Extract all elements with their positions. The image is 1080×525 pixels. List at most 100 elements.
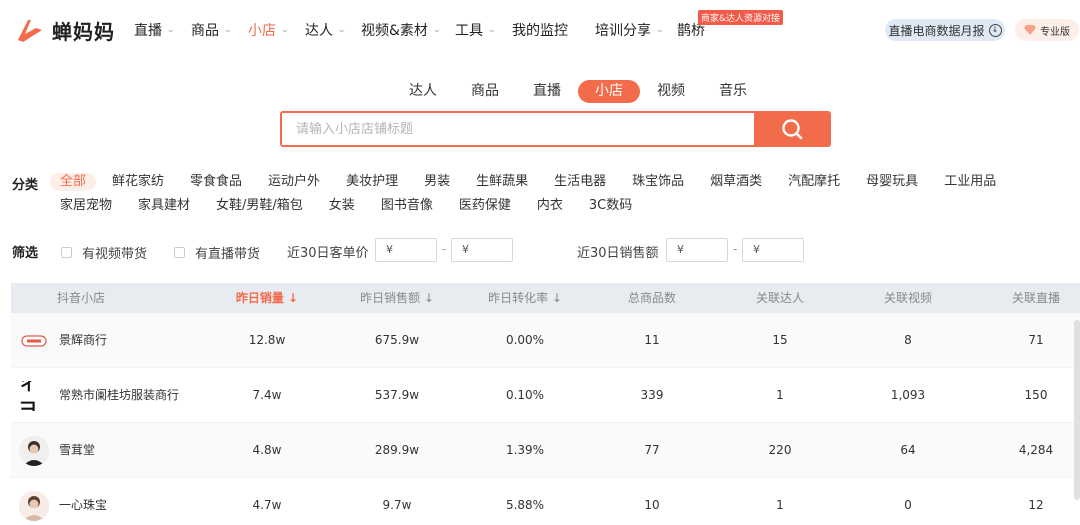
chevron-down-icon: ⌄ (654, 25, 665, 35)
category-item[interactable]: 医药保健 (459, 197, 511, 215)
category-item[interactable]: 全部 (50, 173, 97, 191)
nav-badge: 商家&达人资源对接 (698, 10, 784, 25)
table-row[interactable]: 一心珠宝 4.7w 9.7w 5.88% 10 1 0 12 (11, 478, 1080, 525)
search-box (280, 111, 831, 147)
category-item[interactable]: 工业用品 (944, 173, 996, 191)
table-header-cell[interactable]: 昨日销售额 ↓ (347, 283, 447, 313)
category-item[interactable]: 生鲜蔬果 (476, 173, 528, 191)
category-item[interactable]: 家具建材 (138, 197, 190, 215)
table-header-cell[interactable]: 昨日销量 ↓ (222, 283, 312, 313)
video-sales-checkbox[interactable]: 有视频带货 (61, 243, 147, 262)
category-item[interactable]: 女鞋/男鞋/箱包 (216, 197, 303, 215)
shop-avatar (19, 491, 49, 521)
category-row-1: 全部 鲜花家纺 零食食品 运动户外 美妆护理 男装 生鲜蔬果 生活电器 珠宝饰品 烟草酒类 汽配摩托… (50, 173, 1022, 191)
brand-name: 蝉妈妈 (52, 19, 115, 44)
shop-name[interactable]: 常熟市阑桂坊服装商行 (59, 368, 179, 423)
search-tab[interactable]: 小店 (578, 80, 640, 103)
search-button[interactable] (754, 113, 829, 145)
pro-version-button[interactable]: 专业版 (1015, 19, 1079, 41)
category-item[interactable]: 男装 (424, 173, 450, 191)
nav-item-label: 我的监控 (512, 23, 568, 39)
nav-item-label: 直播 (134, 23, 162, 39)
table-header-cell[interactable]: 总商品数 (612, 283, 692, 313)
table-row[interactable]: ㄔ彐 常熟市阑桂坊服装商行 7.4w 537.9w 0.10% 339 1 1,093 150 (11, 368, 1080, 423)
table-header-cell[interactable]: 关联直播 (996, 283, 1076, 313)
category-item[interactable]: 珠宝饰品 (632, 173, 684, 191)
brand-logo[interactable]: 蝉妈妈 (14, 14, 115, 46)
cell-creators: 15 (772, 333, 788, 347)
checkbox-icon (174, 247, 185, 258)
table-row[interactable]: 景辉商行 12.8w 675.9w 0.00% 11 15 8 71 (11, 313, 1080, 368)
sales-max-input[interactable]: ¥ (742, 238, 804, 262)
category-item[interactable]: 内衣 (537, 197, 563, 215)
price-max-input[interactable]: ¥ (451, 238, 513, 262)
category-item[interactable]: 母婴玩具 (866, 173, 918, 191)
search-tab[interactable]: 达人 (392, 80, 454, 103)
cell-lives: 12 (1028, 498, 1044, 512)
table-header-cell[interactable]: 关联视频 (868, 283, 948, 313)
price-min-input[interactable]: ¥ (375, 238, 437, 262)
category-item[interactable]: 女装 (329, 197, 355, 215)
scrollbar[interactable] (1074, 320, 1080, 500)
search-type-tabs: 达人 商品 直播 小店 视频 音乐 (392, 80, 764, 103)
nav-item[interactable]: 达人 ⌄ (305, 20, 347, 40)
cell-lives: 4,284 (1018, 443, 1054, 457)
chevron-down-icon: ⌄ (279, 25, 290, 35)
chevron-down-icon: ⌄ (165, 25, 176, 35)
cell-products: 11 (644, 333, 660, 347)
cell-products: 77 (644, 443, 660, 457)
table-header-cell[interactable]: 关联达人 (740, 283, 820, 313)
category-item[interactable]: 3C数码 (589, 197, 632, 215)
category-item[interactable]: 运动户外 (268, 173, 320, 191)
cell-cvr: 0.00% (505, 333, 545, 347)
search-input[interactable] (282, 113, 754, 145)
table-header-cell: 抖音小店 (57, 291, 106, 305)
cell-cvr: 1.39% (505, 443, 545, 457)
table-header-cell[interactable]: 昨日转化率 ↓ (475, 283, 575, 313)
shop-name[interactable]: 景辉商行 (59, 313, 107, 368)
search-tab[interactable]: 视频 (640, 80, 702, 103)
category-item[interactable]: 家居宠物 (60, 197, 112, 215)
nav-item[interactable]: 直播 ⌄ (134, 20, 176, 40)
nav-item[interactable]: 培训分享 ⌄ (595, 20, 665, 40)
top-header: 蝉妈妈 直播 ⌄ 商品 ⌄ 小店 ⌄ 达人 ⌄ 视频&素材 ⌄ 工具 ⌄ 我的监控 培训分享 ⌄ 鹊桥 商家&… (0, 0, 1080, 60)
category-label: 分类 (12, 178, 39, 193)
search-tab[interactable]: 音乐 (702, 80, 764, 103)
category-item[interactable]: 鲜花家纺 (112, 173, 164, 191)
shop-avatar (19, 326, 49, 356)
search-tab[interactable]: 直播 (516, 80, 578, 103)
category-item[interactable]: 美妆护理 (346, 173, 398, 191)
cell-sales: 4.8w (252, 443, 282, 457)
category-item[interactable]: 烟草酒类 (710, 173, 762, 191)
shop-avatar: ㄔ彐 (19, 381, 49, 411)
nav-item[interactable]: 我的监控 (512, 20, 568, 40)
nav-item-label: 商品 (191, 23, 219, 39)
search-tab[interactable]: 商品 (454, 80, 516, 103)
category-item[interactable]: 汽配摩托 (788, 173, 840, 191)
cell-cvr: 5.88% (505, 498, 545, 512)
nav-item[interactable]: 视频&素材 ⌄ (361, 20, 442, 40)
sales-min-input[interactable]: ¥ (666, 238, 728, 262)
live-sales-checkbox[interactable]: 有直播带货 (174, 243, 260, 262)
nav-item-label: 培训分享 (595, 23, 651, 39)
cell-revenue: 537.9w (374, 388, 420, 402)
person-avatar-icon (19, 436, 49, 466)
category-item[interactable]: 生活电器 (554, 173, 606, 191)
cell-revenue: 9.7w (382, 498, 412, 512)
shop-name[interactable]: 一心珠宝 (59, 478, 107, 525)
cell-videos: 64 (900, 443, 916, 457)
nav-item-label: 工具 (455, 23, 483, 39)
cell-revenue: 289.9w (374, 443, 420, 457)
monthly-report-button[interactable]: 直播电商数据月报 ↓ (885, 19, 1005, 41)
nav-item[interactable]: 小店 ⌄ (248, 20, 290, 40)
table-row[interactable]: 雪茸堂 4.8w 289.9w 1.39% 77 220 64 4,284 (11, 423, 1080, 478)
search-icon (781, 119, 802, 140)
chevron-down-icon: ⌄ (486, 25, 497, 35)
category-item[interactable]: 零食食品 (190, 173, 242, 191)
download-icon: ↓ (988, 23, 1002, 37)
nav-item[interactable]: 商品 ⌄ (191, 20, 233, 40)
brand-logo-icon (18, 20, 42, 42)
category-item[interactable]: 图书音像 (381, 197, 433, 215)
shop-name[interactable]: 雪茸堂 (59, 423, 95, 478)
nav-item[interactable]: 工具 ⌄ (455, 20, 497, 40)
